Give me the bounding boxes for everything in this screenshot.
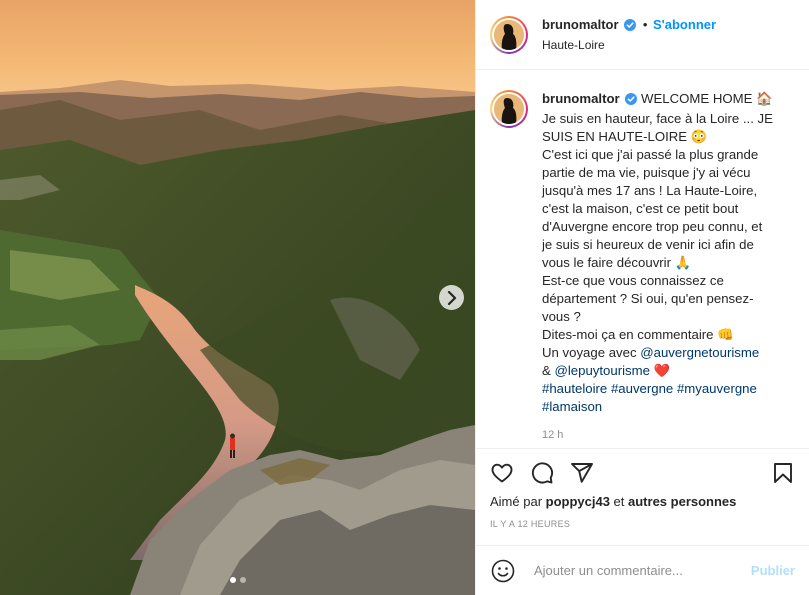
publish-button[interactable]: Publier [751, 563, 795, 578]
post-photo[interactable] [0, 0, 475, 595]
share-button[interactable] [570, 461, 594, 485]
caption-line: Dites-moi ça en commentaire 👊 [542, 327, 734, 342]
caption-line: je suis si heureux de venir ici afin de [542, 237, 754, 252]
caption-line: département ? Si oui, qu'en pensez- [542, 291, 754, 306]
profile-silhouette-icon [494, 19, 524, 50]
caption-line: vous ? [542, 309, 581, 324]
caption-line: partie de ma vie, puisque j'y ai vécu [542, 165, 751, 180]
caption-line: jusqu'à mes 17 ans ! La Haute-Loire, [542, 183, 758, 198]
chevron-right-icon [447, 290, 456, 305]
likes-summary: Aimé par poppycj43 et autres personnes [490, 494, 795, 509]
caption-area: brunomaltor WELCOME HOME 🏠 Je suis en ha… [476, 70, 809, 448]
caption-line: Un voyage avec [542, 345, 641, 360]
caption-line: WELCOME HOME 🏠 [641, 91, 773, 106]
instagram-post-view: brunomaltor • S'abonner Haute-Loire brun… [0, 0, 809, 595]
header-separator: • [642, 16, 648, 32]
caption-line: SUIS EN HAUTE-LOIRE 😳 [542, 129, 708, 144]
verified-badge-icon [625, 92, 638, 110]
heart-icon [491, 463, 513, 483]
add-comment-bar: Publier [476, 545, 809, 595]
comment-input[interactable] [532, 562, 751, 579]
caption-line: c'est la maison, c'est ce petit bout [542, 201, 739, 216]
caption-line: vous le faire découvrir 🙏 [542, 255, 692, 270]
hashtag-link[interactable]: #lamaison [542, 399, 602, 414]
paper-plane-icon [571, 463, 593, 483]
like-button[interactable] [490, 461, 514, 485]
mention-link[interactable]: @lepuytourisme [554, 363, 649, 378]
likes-middle: et [609, 494, 629, 509]
hashtag-link[interactable]: #auvergne [611, 381, 673, 396]
caption-avatar[interactable] [490, 90, 528, 128]
emoji-button[interactable] [490, 558, 516, 584]
caption-line: C'est ici que j'ai passé la plus grande [542, 147, 759, 162]
landscape-photo [0, 0, 475, 595]
liker-username[interactable]: poppycj43 [546, 494, 610, 509]
carousel-indicator [0, 577, 475, 583]
profile-silhouette-icon [494, 94, 524, 124]
caption-timestamp: 12 h [542, 429, 564, 441]
carousel-next-button[interactable] [439, 285, 464, 310]
post-side-panel: brunomaltor • S'abonner Haute-Loire brun… [475, 0, 809, 595]
others-likes-link[interactable]: autres personnes [628, 494, 736, 509]
comment-bubble-icon [531, 462, 554, 484]
hashtag-link[interactable]: #hauteloire [542, 381, 607, 396]
header-username[interactable]: brunomaltor [542, 17, 619, 32]
carousel-dot-1 [229, 577, 236, 583]
caption-line: ❤️ [649, 363, 671, 378]
caption-line: Est-ce que vous connaissez ce [542, 273, 724, 288]
hashtag-link[interactable]: #myauvergne [677, 381, 757, 396]
verified-badge-icon [624, 18, 637, 36]
caption-line: d'Auvergne encore trop peu connu, et [542, 219, 763, 234]
mention-link[interactable]: @auvergnetourisme [640, 345, 759, 360]
post-header: brunomaltor • S'abonner Haute-Loire [476, 0, 809, 70]
smiley-icon [491, 559, 515, 582]
comment-button[interactable] [530, 461, 554, 485]
caption-username[interactable]: brunomaltor [542, 91, 620, 106]
carousel-dot-2 [239, 577, 246, 583]
avatar[interactable] [490, 15, 528, 54]
bookmark-icon [774, 463, 792, 483]
post-location[interactable]: Haute-Loire [542, 36, 716, 54]
action-bar: Aimé par poppycj43 et autres personnes [476, 448, 809, 509]
save-button[interactable] [771, 461, 795, 485]
likes-prefix: Aimé par [490, 494, 546, 509]
caption-line: & [542, 363, 555, 378]
follow-button[interactable]: S'abonner [653, 17, 716, 32]
caption-line: Je suis en hauteur, face à la Loire ... … [542, 111, 773, 126]
caption-text: brunomaltor WELCOME HOME 🏠 Je suis en ha… [542, 90, 782, 448]
post-age: IL Y A 12 HEURES [490, 519, 571, 529]
